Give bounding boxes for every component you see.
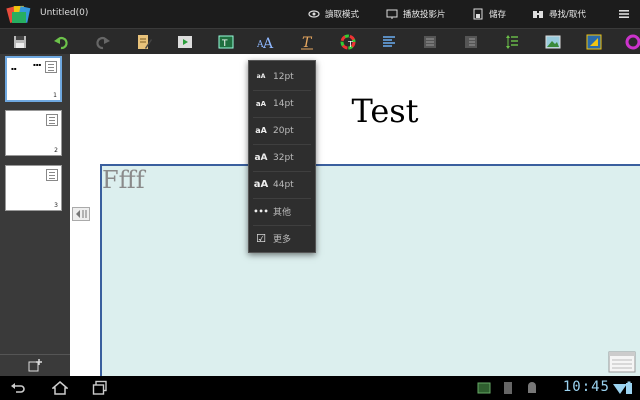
play-slides-label: 播放投影片 [403,10,446,20]
insert-image-icon[interactable] [544,33,562,51]
thumbnail-layout-icon [46,169,58,181]
font-size-icon: aA [255,99,267,108]
slide-number: 2 [54,147,58,154]
thumbnail-layout-icon [45,61,57,73]
content-text-box[interactable]: Ffff [100,164,640,384]
numbered-list-icon[interactable] [462,33,480,51]
slide-thumbnail-2[interactable]: 2 [5,110,62,156]
font-size-14pt[interactable]: aA 14pt [249,90,315,117]
system-navigation-bar: 10:45 [0,376,640,400]
save-button[interactable]: 儲存 [472,0,506,28]
slide-number: 3 [54,202,58,209]
menu-item-label: 44pt [273,179,294,190]
fill-color-icon[interactable] [624,33,640,51]
menu-item-label: 其他 [273,208,292,218]
thumbnail-mini-title: ▪▪▪ [33,62,42,67]
slide-thumbnail-3[interactable]: 3 [5,165,62,211]
slide-number: 1 [53,92,57,99]
text-format-icon[interactable]: T [298,33,316,51]
more-dots-icon: ••• [253,207,269,216]
eye-icon [308,10,320,18]
action-bar: Untitled(0) 讀取模式 播放投影片 儲存 尋找/取代 [0,0,640,28]
slide-thumbnail-strip: ▪▪ ▪▪▪ 1 2 3 [0,54,70,376]
redo-icon[interactable] [94,33,112,51]
line-spacing-icon[interactable] [503,33,521,51]
document-title: Untitled(0) [40,8,89,18]
font-size-12pt[interactable]: aA 12pt [249,63,315,90]
slide-canvas[interactable]: Test Ffff [70,54,640,384]
svg-text:T: T [221,39,228,49]
file-notification-icon [504,382,512,394]
text-frame-icon[interactable]: T [217,33,235,51]
checkbox-icon: ☑ [256,232,266,245]
bullet-list-icon[interactable] [421,33,439,51]
font-size-20pt[interactable]: aA 20pt [249,117,315,144]
app-logo-icon[interactable] [6,3,32,25]
font-size-small-icon: aA [256,73,266,80]
font-size-icon: aA [254,152,268,163]
battery-icon [626,381,632,394]
android-debug-icon [528,382,536,393]
font-size-more[interactable]: ☑ 更多 [249,225,315,252]
gallery-notification-icon [477,382,491,394]
font-size-icon: aA [255,126,267,135]
play-slide-icon[interactable] [176,33,194,51]
font-size-menu: aA 12pt aA 14pt aA 20pt aA 32pt aA 44pt … [248,60,316,253]
undo-icon[interactable] [52,33,70,51]
svg-text:A: A [262,36,274,50]
edit-notes-icon[interactable] [135,33,153,51]
binoculars-icon [533,11,543,18]
recent-apps-icon[interactable] [92,380,108,396]
save-tool-icon[interactable] [11,33,29,51]
format-toolbar: T AA T T [0,28,640,54]
status-clock: 10:45 [562,379,610,395]
thumbnail-mini-text: ▪▪ [11,66,17,71]
save-label: 儲存 [489,10,507,20]
app-window: Untitled(0) 讀取模式 播放投影片 儲存 尋找/取代 T AA T T… [0,0,640,400]
font-size-44pt[interactable]: aA 44pt [249,171,315,198]
menu-item-label: 20pt [273,125,294,136]
find-replace-label: 尋找/取代 [549,10,586,20]
menu-item-label: 14pt [273,98,294,109]
collapse-panel-icon[interactable] [72,207,90,221]
thumbnail-layout-icon [46,114,58,126]
slideshow-icon [386,9,398,19]
back-icon[interactable] [10,380,26,396]
notes-panel-icon[interactable] [608,351,636,373]
font-size-icon[interactable]: AA [257,33,275,51]
add-slide-button[interactable] [0,354,70,376]
add-slide-icon [28,358,42,371]
align-text-icon[interactable] [380,33,398,51]
slide-title-text[interactable]: Test [70,92,640,130]
menu-item-label: 32pt [273,152,294,163]
slide-thumbnail-1[interactable]: ▪▪ ▪▪▪ 1 [5,56,62,102]
find-replace-button[interactable]: 尋找/取代 [532,0,586,28]
read-mode-button[interactable]: 讀取模式 [308,0,359,28]
color-picker-icon[interactable]: T [339,33,357,51]
content-text[interactable]: Ffff [102,166,145,194]
overflow-menu-icon[interactable] [618,8,630,20]
save-icon [473,8,483,20]
play-slides-button[interactable]: 播放投影片 [386,0,446,28]
svg-text:T: T [302,35,313,50]
menu-item-label: 12pt [273,71,294,82]
home-icon[interactable] [52,380,68,396]
font-size-other[interactable]: ••• 其他 [249,198,315,225]
menu-item-label: 更多 [273,235,292,245]
svg-text:T: T [347,40,353,49]
insert-shape-icon[interactable] [585,33,603,51]
font-size-32pt[interactable]: aA 32pt [249,144,315,171]
read-mode-label: 讀取模式 [325,10,360,20]
font-size-large-icon: aA [253,179,269,190]
